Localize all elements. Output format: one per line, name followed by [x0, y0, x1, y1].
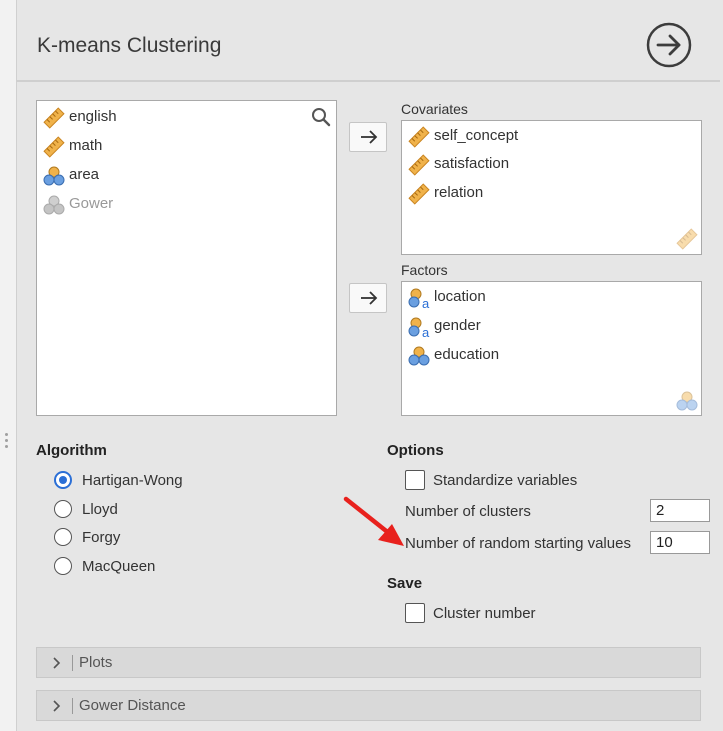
ruler-scale-icon — [408, 183, 430, 205]
list-item-label: gender — [434, 317, 481, 334]
factors-list[interactable]: a location a gender education — [401, 281, 702, 416]
radio-label: Hartigan-Wong — [82, 472, 183, 489]
annotation-arrow-icon — [343, 496, 404, 546]
arrow-circle-right-icon — [646, 22, 692, 68]
ruler-scale-icon — [408, 126, 430, 148]
resize-grip[interactable] — [5, 433, 9, 451]
options-heading: Options — [387, 442, 444, 459]
random-starting-values-input[interactable]: 10 — [650, 531, 710, 554]
algorithm-heading: Algorithm — [36, 442, 107, 459]
nominal-variable-icon — [408, 346, 430, 366]
checkbox-box[interactable] — [405, 603, 425, 623]
random-starting-values-label: Number of random starting values — [405, 535, 631, 552]
svg-text:a: a — [422, 296, 430, 309]
run-button[interactable] — [646, 22, 692, 68]
number-of-clusters-input[interactable]: 2 — [650, 499, 710, 522]
plots-panel[interactable]: Plots — [36, 647, 701, 678]
checkbox-label: Standardize variables — [433, 472, 578, 489]
checkbox-label: Cluster number — [433, 605, 536, 622]
arrow-right-icon — [361, 291, 378, 305]
list-item-label: location — [434, 288, 486, 305]
covariates-label: Covariates — [401, 101, 468, 117]
radio-indicator[interactable] — [54, 471, 72, 489]
source-variable-list[interactable]: english math area Gower — [36, 100, 337, 416]
list-item-label: relation — [434, 184, 484, 201]
ruler-scale-hint-icon — [676, 228, 698, 250]
list-item-label: satisfaction — [434, 155, 510, 172]
factors-label: Factors — [401, 262, 448, 278]
radio-label: MacQueen — [82, 558, 156, 575]
list-item-label: area — [69, 166, 100, 183]
ruler-scale-icon — [408, 154, 430, 176]
title-divider — [16, 80, 720, 82]
list-item-label: Gower — [69, 195, 114, 212]
nominal-variable-disabled-icon — [43, 195, 65, 215]
radio-label: Forgy — [82, 529, 121, 546]
move-to-factors-button[interactable] — [349, 283, 387, 313]
ruler-scale-icon — [43, 107, 65, 129]
move-to-covariates-button[interactable] — [349, 122, 387, 152]
covariates-list[interactable]: self_concept satisfaction relation — [401, 120, 702, 255]
radio-indicator[interactable] — [54, 528, 72, 546]
list-item-label: math — [69, 137, 103, 154]
number-of-clusters-label: Number of clusters — [405, 503, 531, 520]
radio-label: Lloyd — [82, 501, 118, 518]
radio-indicator[interactable] — [54, 500, 72, 518]
save-heading: Save — [387, 575, 423, 592]
panel-label: Plots — [79, 654, 113, 671]
radio-indicator[interactable] — [54, 557, 72, 575]
checkbox-box[interactable] — [405, 470, 425, 490]
arrow-right-icon — [361, 130, 378, 144]
search-icon[interactable] — [311, 107, 331, 127]
page-title: K-means Clustering — [37, 34, 222, 57]
ruler-scale-icon — [43, 136, 65, 158]
panel-label: Gower Distance — [79, 697, 186, 714]
panel-separator — [72, 655, 73, 671]
panel-separator — [72, 698, 73, 714]
list-item-label: self_concept — [434, 127, 519, 144]
list-item-label: english — [69, 108, 117, 125]
list-item-label: education — [434, 346, 500, 363]
chevron-right-icon — [53, 657, 61, 669]
nominal-text-icon: a — [408, 288, 430, 309]
chevron-right-icon — [53, 700, 61, 712]
left-strip — [0, 0, 17, 731]
nominal-hint-icon — [676, 391, 698, 411]
nominal-variable-icon — [43, 166, 65, 186]
nominal-text-icon: a — [408, 317, 430, 338]
gower-distance-panel[interactable]: Gower Distance — [36, 690, 701, 721]
svg-text:a: a — [422, 325, 430, 338]
